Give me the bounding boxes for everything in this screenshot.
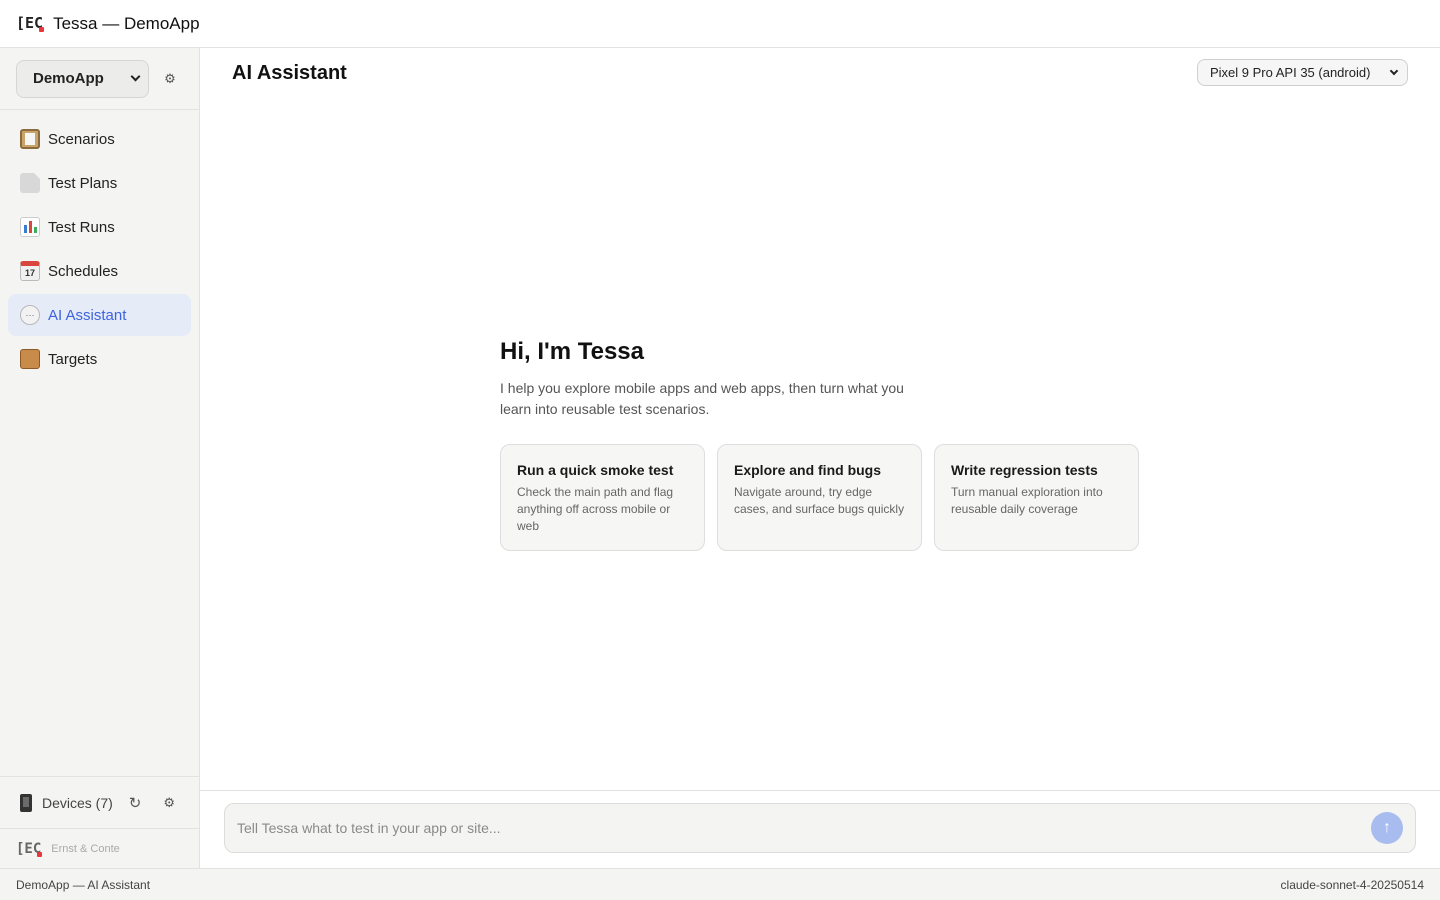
send-button[interactable]: ↑ — [1371, 812, 1403, 844]
document-icon — [20, 173, 40, 193]
refresh-icon[interactable]: ↻ — [129, 794, 142, 812]
card-title: Write regression tests — [951, 462, 1098, 478]
chat-input[interactable] — [237, 818, 1357, 838]
brand-row: [EC Ernst & Conte — [0, 828, 199, 868]
sidebar-item-scenarios[interactable]: Scenarios — [8, 118, 191, 160]
arrow-up-icon: ↑ — [1383, 819, 1391, 836]
chevron-down-icon — [1389, 66, 1399, 75]
suggestion-card-explore-bugs[interactable]: Explore and find bugs Navigate around, t… — [717, 444, 922, 551]
chevron-down-icon — [130, 71, 141, 82]
status-left: DemoApp — AI Assistant — [16, 877, 151, 892]
sidebar-item-label: AI Assistant — [48, 306, 127, 324]
sidebar-item-label: Schedules — [48, 262, 119, 280]
app-logo-icon: [EC — [16, 14, 45, 32]
sidebar-item-label: Scenarios — [48, 130, 115, 148]
calendar-icon: 17 — [20, 261, 40, 281]
suggestion-cards: Run a quick smoke test Check the main pa… — [500, 444, 1140, 551]
project-select-value: DemoApp — [33, 70, 104, 87]
card-description: Check the main path and flag anything of… — [517, 485, 674, 533]
project-row: DemoApp ⚙ — [0, 48, 199, 110]
sidebar-item-test-runs[interactable]: Test Runs — [8, 206, 191, 248]
sidebar-nav: Scenarios Test Plans Test Runs 17 Schedu… — [0, 110, 199, 380]
sidebar: DemoApp ⚙ Scenarios Test Plans Test Runs… — [0, 48, 200, 868]
devices-settings-gear-icon[interactable]: ⚙ — [163, 795, 175, 811]
sidebar-item-label: Test Runs — [48, 218, 115, 236]
composer-area: ↑ — [200, 790, 1440, 868]
title-bar: [EC Tessa — DemoApp — [0, 0, 1440, 48]
clipboard-icon — [20, 129, 40, 149]
main-content: AI Assistant Pixel 9 Pro API 35 (android… — [200, 48, 1440, 790]
card-description: Navigate around, try edge cases, and sur… — [734, 485, 905, 516]
suggestion-card-regression-tests[interactable]: Write regression tests Turn manual explo… — [934, 444, 1139, 551]
company-logo-icon: [EC — [16, 840, 43, 857]
project-select[interactable]: DemoApp — [16, 59, 149, 98]
package-icon — [20, 349, 40, 369]
welcome-panel: Hi, I'm Tessa I help you explore mobile … — [500, 338, 1140, 551]
status-bar: DemoApp — AI Assistant claude-sonnet-4-2… — [0, 868, 1440, 900]
project-settings-gear-icon[interactable]: ⚙ — [163, 71, 177, 87]
speech-bubble-icon: ··· — [20, 305, 40, 325]
model-name: claude-sonnet-4-20250514 — [1280, 877, 1424, 892]
device-select[interactable]: Pixel 9 Pro API 35 (android) — [1197, 59, 1408, 86]
window-title: Tessa — DemoApp — [53, 13, 200, 33]
sidebar-item-label: Test Plans — [48, 174, 118, 192]
welcome-heading: Hi, I'm Tessa — [500, 338, 644, 365]
welcome-description: I help you explore mobile apps and web a… — [500, 380, 904, 417]
bar-chart-icon — [20, 217, 40, 237]
devices-row: Devices (7) ↻ ⚙ — [0, 776, 199, 828]
sidebar-item-ai-assistant[interactable]: ··· AI Assistant — [8, 294, 191, 336]
suggestion-card-smoke-test[interactable]: Run a quick smoke test Check the main pa… — [500, 444, 705, 551]
device-select-value: Pixel 9 Pro API 35 (android) — [1210, 65, 1371, 80]
sidebar-footer: Devices (7) ↻ ⚙ [EC Ernst & Conte — [0, 776, 199, 868]
sidebar-item-targets[interactable]: Targets — [8, 338, 191, 380]
card-description: Turn manual exploration into reusable da… — [951, 485, 1103, 516]
company-name: Ernst & Conte — [51, 842, 120, 855]
card-title: Explore and find bugs — [734, 462, 882, 478]
phone-icon — [20, 793, 32, 812]
sidebar-item-label: Targets — [48, 350, 98, 368]
sidebar-item-test-plans[interactable]: Test Plans — [8, 162, 191, 204]
card-title: Run a quick smoke test — [517, 462, 674, 478]
devices-label[interactable]: Devices (7) — [42, 795, 113, 811]
composer: ↑ — [224, 803, 1416, 853]
sidebar-item-schedules[interactable]: 17 Schedules — [8, 250, 191, 292]
page-title: AI Assistant — [232, 62, 347, 84]
